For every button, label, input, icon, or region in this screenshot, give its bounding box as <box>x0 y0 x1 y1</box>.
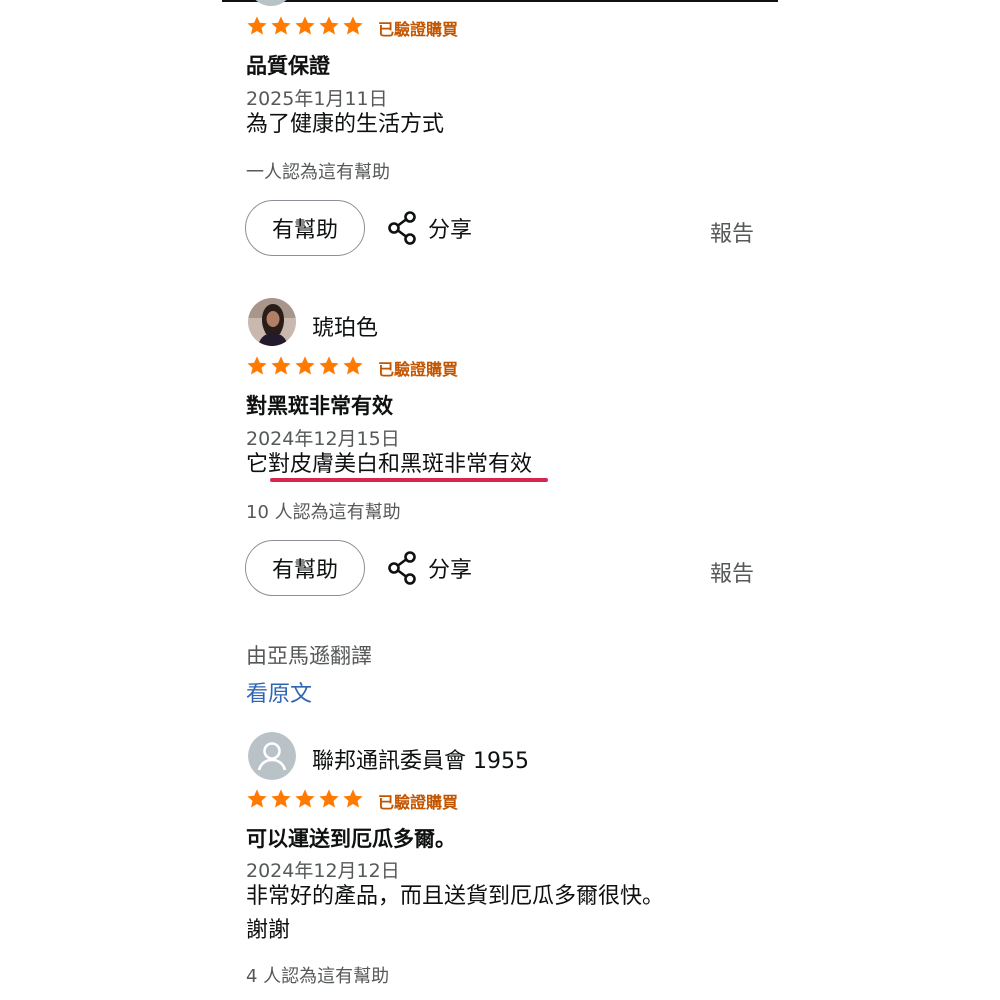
star-rating <box>246 355 364 377</box>
share-button[interactable]: 分享 <box>386 210 472 246</box>
star-icon <box>247 16 267 35</box>
review-title: 品質保證 <box>246 54 330 78</box>
star-icon <box>295 789 315 808</box>
default-user-icon <box>248 732 296 780</box>
see-original-link[interactable]: 看原文 <box>246 676 312 708</box>
review-date: 2024年12月15日 <box>246 428 400 450</box>
star-icon <box>319 16 339 35</box>
avatar-placeholder <box>248 732 296 780</box>
share-icon <box>388 211 416 245</box>
star-icon <box>295 16 315 35</box>
share-label: 分享 <box>428 218 473 243</box>
divider <box>222 0 778 2</box>
verified-purchase-badge: 已驗證購買 <box>378 360 459 379</box>
review-title: 對黑斑非常有效 <box>246 394 393 418</box>
share-button[interactable]: 分享 <box>386 550 472 586</box>
star-icon <box>271 356 291 375</box>
reviewer-name: 琥珀色 <box>312 316 379 341</box>
reviews-page: 已驗證購買 品質保證 2025年1月11日 為了健康的生活方式 一人認為這有幫助… <box>0 0 1000 1000</box>
highlight-underline <box>270 478 548 482</box>
review-body: 它對皮膚美白和黑斑非常有效 <box>246 452 533 477</box>
report-link[interactable]: 報告 <box>710 556 754 588</box>
user-photo-avatar <box>248 298 296 346</box>
report-link[interactable]: 報告 <box>710 216 754 248</box>
star-icon <box>247 356 267 375</box>
translation-note: 由亞馬遜翻譯 <box>246 644 372 668</box>
star-rating <box>246 788 364 810</box>
star-icon <box>319 356 339 375</box>
review-title: 可以運送到厄瓜多爾。 <box>246 827 456 851</box>
avatar-photo <box>248 298 296 346</box>
star-icon <box>319 789 339 808</box>
helpful-button[interactable]: 有幫助 <box>245 540 365 596</box>
review-date: 2024年12月12日 <box>246 860 400 882</box>
share-label: 分享 <box>428 558 473 583</box>
star-icon <box>343 789 363 808</box>
helpful-count: 4 人認為這有幫助 <box>246 966 390 987</box>
helpful-count: 10 人認為這有幫助 <box>246 502 401 523</box>
star-icon <box>343 16 363 35</box>
verified-purchase-badge: 已驗證購買 <box>378 793 459 812</box>
reviewer-name: 聯邦通訊委員會 1955 <box>312 749 529 774</box>
review-body-line: 謝謝 <box>246 918 291 943</box>
star-icon <box>271 789 291 808</box>
star-icon <box>271 16 291 35</box>
helpful-button[interactable]: 有幫助 <box>245 200 365 256</box>
review-body: 為了健康的生活方式 <box>246 112 445 137</box>
share-icon <box>388 551 416 585</box>
review-body: 非常好的產品，而且送貨到厄瓜多爾很快。 <box>246 884 665 909</box>
star-icon <box>295 356 315 375</box>
review-date: 2025年1月11日 <box>246 88 388 110</box>
star-icon <box>247 789 267 808</box>
verified-purchase-badge: 已驗證購買 <box>378 20 459 39</box>
star-icon <box>343 356 363 375</box>
helpful-count: 一人認為這有幫助 <box>246 162 390 183</box>
star-rating <box>246 15 364 37</box>
